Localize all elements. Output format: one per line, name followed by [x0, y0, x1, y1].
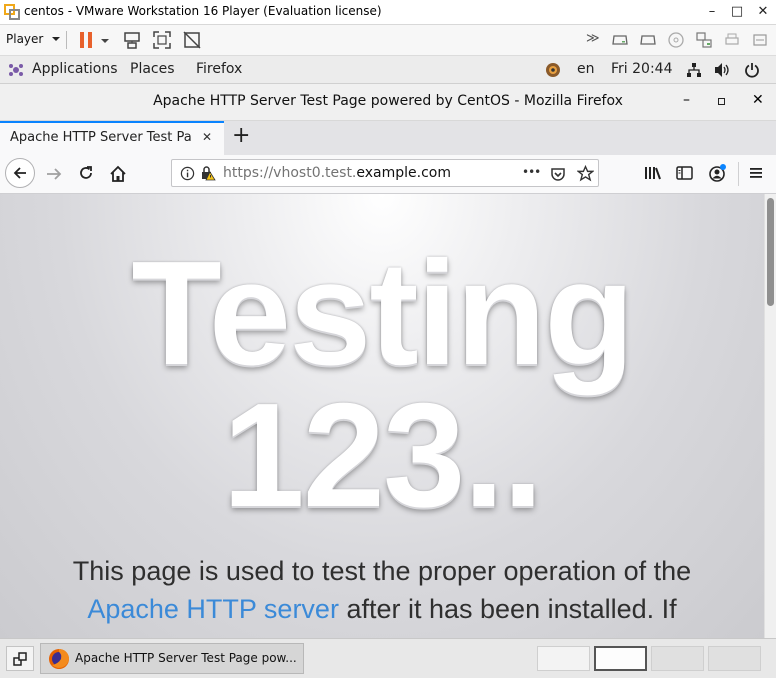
ff-minimize-button[interactable]: –: [683, 92, 690, 108]
toolbar-separator: [738, 162, 739, 186]
tab-label: Apache HTTP Server Test Pa: [10, 130, 192, 145]
reload-icon[interactable]: [78, 165, 94, 181]
pause-dropdown-icon[interactable]: [100, 37, 110, 45]
library-icon[interactable]: [644, 165, 662, 181]
apache-server-link[interactable]: Apache HTTP server: [87, 594, 339, 624]
vm-maximize-button[interactable]: □: [725, 2, 749, 22]
chevron-down-icon: [52, 37, 61, 41]
vmware-titlebar: centos - VMware Workstation 16 Player (E…: [0, 0, 776, 25]
firefox-app-menu[interactable]: Firefox: [196, 61, 242, 77]
vmware-toolbar: Player ≫: [0, 25, 776, 56]
bookmark-star-icon[interactable]: [577, 165, 594, 182]
intro-text-2: after it has been installed. If: [338, 594, 677, 624]
account-icon[interactable]: [708, 163, 728, 183]
url-prefix: https://vhost0.test.: [223, 165, 357, 181]
new-tab-button[interactable]: +: [232, 123, 250, 148]
unity-icon[interactable]: [182, 30, 202, 50]
url-text[interactable]: https://vhost0.test.example.com: [223, 165, 451, 181]
page-actions-button[interactable]: •••: [522, 165, 541, 179]
vm-minimize-button[interactable]: –: [700, 2, 724, 22]
vmware-logo-icon: [4, 4, 20, 20]
url-domain: example.com: [356, 165, 451, 181]
hard-disk-2-icon[interactable]: [638, 30, 658, 50]
hard-disk-icon[interactable]: [610, 30, 630, 50]
clock[interactable]: Fri 20:44: [611, 61, 672, 77]
gnome-window-list: Apache HTTP Server Test Page pow...: [0, 638, 776, 678]
web-content: Testing 123.. This page is used to test …: [0, 194, 764, 638]
more-devices-button[interactable]: ≫: [586, 31, 600, 46]
workspace-2-active[interactable]: [594, 646, 647, 671]
fullscreen-icon[interactable]: [152, 30, 172, 50]
back-arrow-icon: [13, 167, 26, 179]
firefox-window-title: Apache HTTP Server Test Page powered by …: [153, 93, 623, 109]
navigation-toolbar: https://vhost0.test.example.com •••: [0, 155, 776, 194]
taskbar-firefox-window[interactable]: Apache HTTP Server Test Page pow...: [40, 643, 304, 674]
taskbar-window-label: Apache HTTP Server Test Page pow...: [75, 651, 297, 665]
volume-icon[interactable]: [714, 62, 732, 78]
network-icon[interactable]: [686, 62, 702, 78]
sidebar-icon[interactable]: [676, 165, 693, 181]
url-bar[interactable]: https://vhost0.test.example.com •••: [171, 159, 599, 187]
power-icon[interactable]: [744, 62, 760, 78]
ff-close-button[interactable]: ✕: [752, 92, 764, 108]
ff-maximize-button[interactable]: [718, 98, 725, 105]
page-heading-123: 123..: [222, 373, 543, 538]
sound-card-icon[interactable]: [750, 30, 770, 50]
workspace-3[interactable]: [651, 646, 704, 671]
firefox-window-titlebar: Apache HTTP Server Test Page powered by …: [0, 84, 776, 121]
toolbar-separator: [66, 31, 67, 49]
show-desktop-button[interactable]: [6, 646, 34, 671]
gnome-top-bar: Applications Places Firefox en Fri 20:44: [0, 56, 776, 84]
page-heading-testing: Testing: [131, 231, 634, 396]
vmware-window-title: centos - VMware Workstation 16 Player (E…: [24, 4, 382, 18]
printer-icon[interactable]: [722, 30, 742, 50]
pocket-icon[interactable]: [550, 166, 566, 182]
home-icon[interactable]: [109, 165, 127, 183]
workspace-1[interactable]: [537, 646, 590, 671]
vertical-scrollbar[interactable]: [764, 194, 776, 638]
player-menu-button[interactable]: Player: [6, 32, 61, 46]
show-desktop-icon: [13, 652, 27, 666]
back-button[interactable]: [5, 158, 35, 188]
hamburger-menu-icon[interactable]: [749, 166, 763, 180]
intro-paragraph: This page is used to test the proper ope…: [30, 552, 734, 628]
tracker-icon[interactable]: [545, 62, 561, 78]
cd-rom-icon[interactable]: [666, 30, 686, 50]
pause-icon[interactable]: [76, 30, 96, 50]
applications-icon: [9, 64, 23, 76]
scrollbar-thumb[interactable]: [767, 198, 774, 306]
workspace-4[interactable]: [708, 646, 761, 671]
forward-arrow-icon[interactable]: [45, 166, 63, 182]
vm-close-button[interactable]: ✕: [751, 2, 775, 22]
network-adapter-icon[interactable]: [694, 30, 714, 50]
insecure-lock-icon[interactable]: [200, 165, 216, 181]
tab-close-button[interactable]: ✕: [202, 130, 212, 144]
language-indicator[interactable]: en: [577, 61, 595, 77]
send-ctrl-alt-del-icon[interactable]: [122, 30, 142, 50]
places-menu[interactable]: Places: [130, 61, 175, 77]
info-icon[interactable]: [180, 166, 195, 181]
tab-strip: Apache HTTP Server Test Pa ✕ +: [0, 121, 776, 156]
player-menu-label: Player: [6, 32, 44, 46]
intro-text-1: This page is used to test the proper ope…: [72, 556, 692, 586]
firefox-icon: [49, 649, 69, 669]
applications-menu[interactable]: Applications: [32, 61, 118, 77]
tab-apache-test-page[interactable]: Apache HTTP Server Test Pa ✕: [0, 121, 224, 155]
